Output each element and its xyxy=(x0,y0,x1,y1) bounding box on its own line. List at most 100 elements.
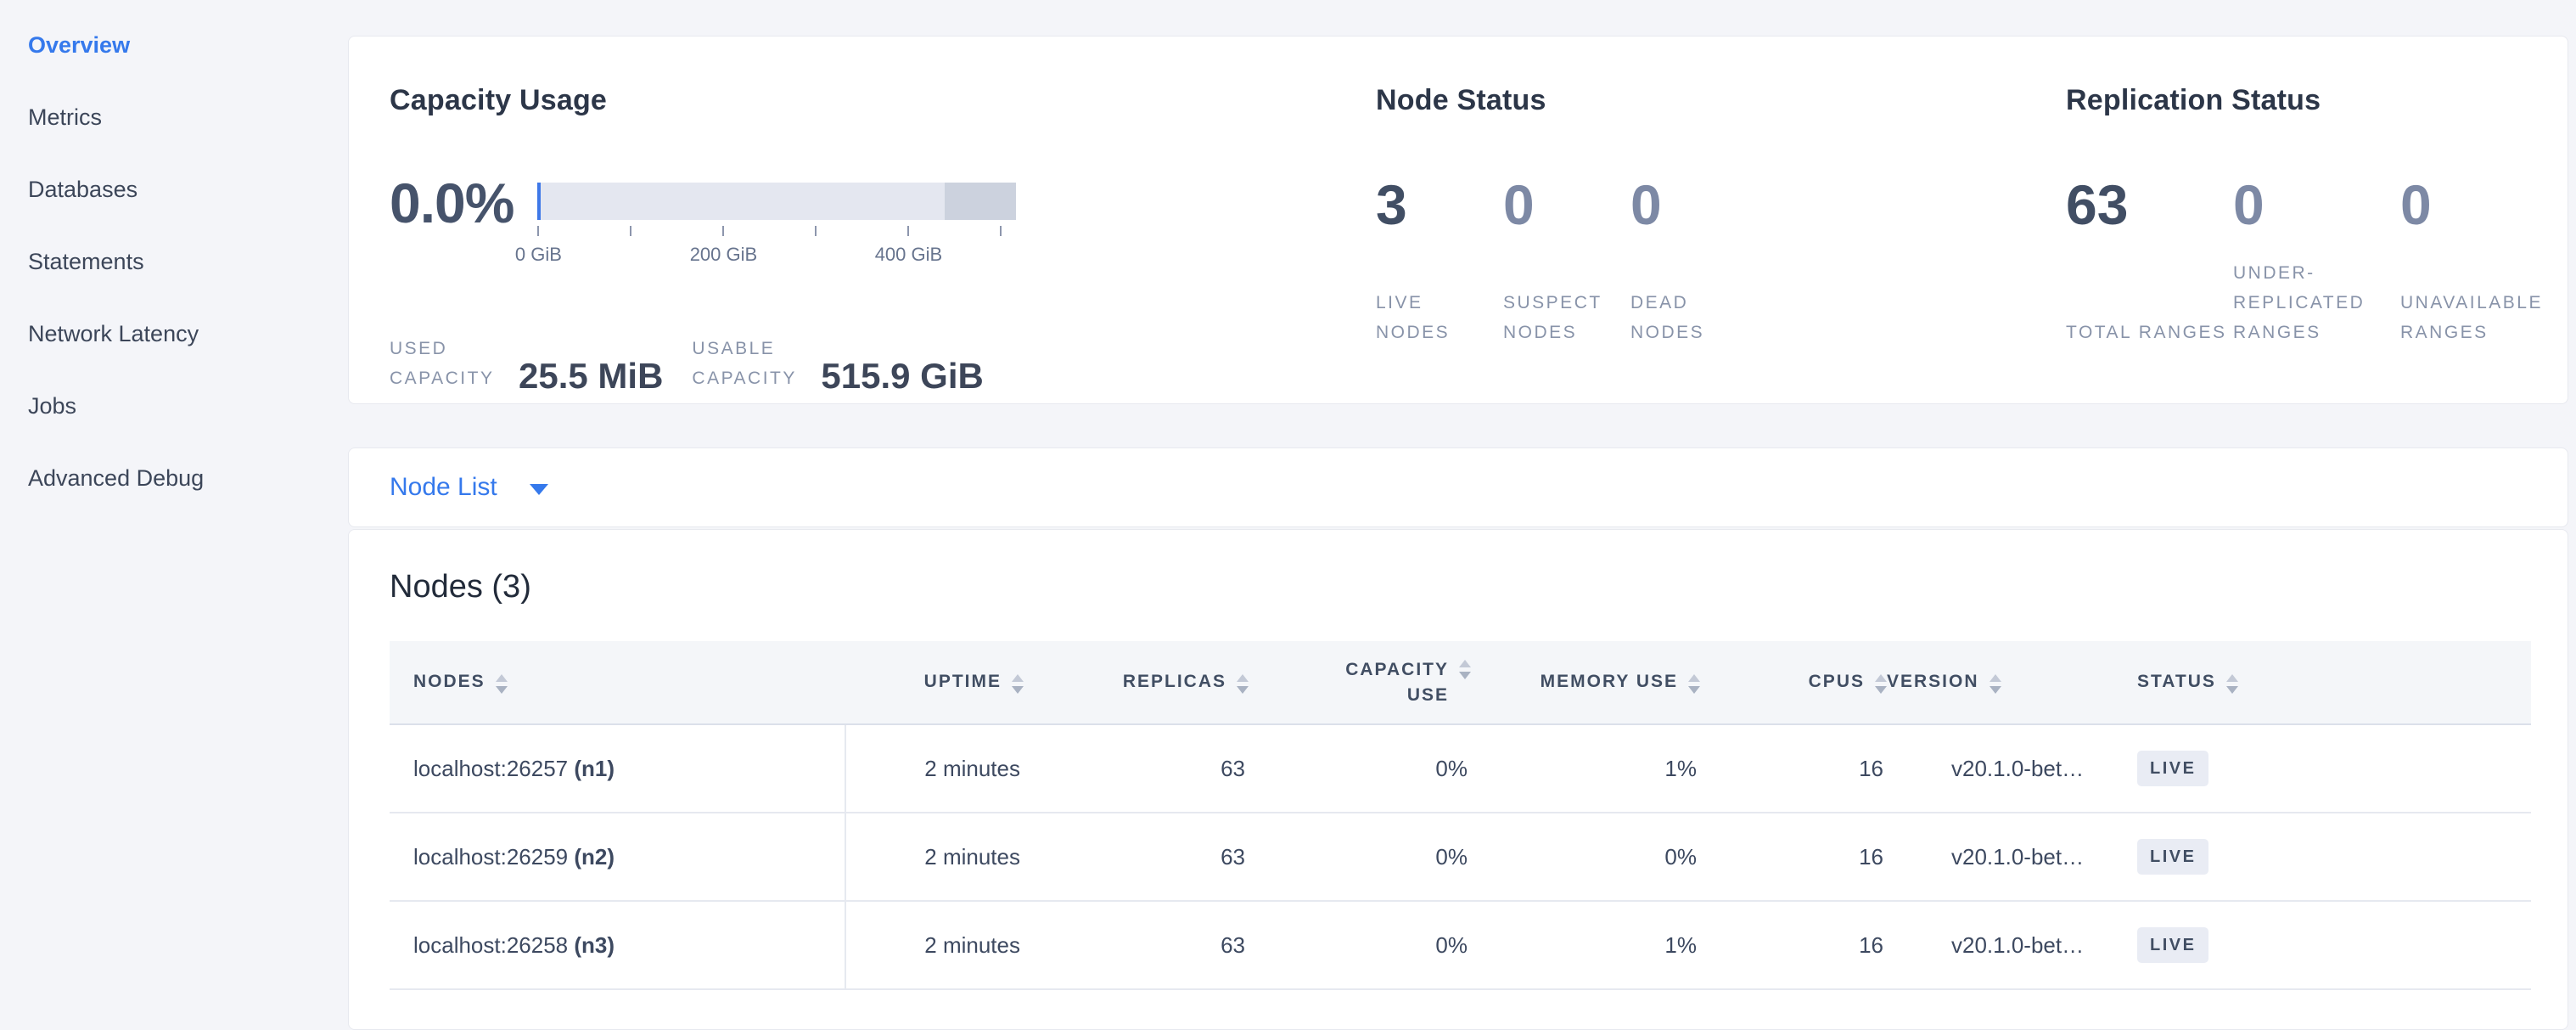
uptime-cell: 2 minutes xyxy=(845,901,1024,989)
under-replicated-ranges-count: 0 xyxy=(2233,177,2400,233)
sort-icon xyxy=(1875,672,1887,694)
main-content: Capacity Usage 0.0% xyxy=(348,0,2576,1030)
cpus-cell: 16 xyxy=(1700,724,1887,813)
axis-label-400gib: 400 GiB xyxy=(875,244,943,266)
node-address-cell[interactable]: localhost:26259 (n2) xyxy=(390,813,845,901)
version-cell: v20.1.0-bet… xyxy=(1887,813,2137,901)
column-header-status[interactable]: STATUS xyxy=(2137,641,2531,724)
sort-icon xyxy=(496,672,508,694)
sidebar-item-statements[interactable]: Statements xyxy=(28,249,348,275)
column-header-cpus[interactable]: CPUS xyxy=(1700,641,1887,724)
node-name: (n1) xyxy=(574,756,615,781)
view-selector-card: Node List xyxy=(348,447,2568,527)
capacity-bar-other-segment xyxy=(945,183,1016,220)
memory-use-cell: 1% xyxy=(1471,724,1700,813)
node-name: (n2) xyxy=(574,844,615,870)
version-cell: v20.1.0-bet… xyxy=(1887,901,2137,989)
column-header-nodes[interactable]: NODES xyxy=(390,641,845,724)
uptime-cell: 2 minutes xyxy=(845,724,1024,813)
used-capacity-value: 25.5 MiB xyxy=(519,359,663,393)
nodes-table: NODES UPTIME REPLICAS CAPACITY USE xyxy=(390,641,2531,990)
sidebar-item-metrics[interactable]: Metrics xyxy=(28,104,348,131)
suspect-nodes-label: SUSPECT NODES xyxy=(1503,288,1605,347)
dead-nodes-label: DEAD NODES xyxy=(1630,288,1732,347)
replicas-cell: 63 xyxy=(1024,813,1249,901)
node-address-cell[interactable]: localhost:26258 (n3) xyxy=(390,901,845,989)
node-address-cell[interactable]: localhost:26257 (n1) xyxy=(390,724,845,813)
sort-icon xyxy=(1688,672,1700,694)
node-name: (n3) xyxy=(574,932,615,958)
memory-use-cell: 1% xyxy=(1471,901,1700,989)
status-badge: LIVE xyxy=(2137,751,2208,786)
total-ranges-label: TOTAL RANGES xyxy=(2066,318,2227,347)
chevron-down-icon xyxy=(530,484,548,495)
usable-capacity-value: 515.9 GiB xyxy=(821,359,983,393)
column-header-uptime[interactable]: UPTIME xyxy=(845,641,1024,724)
app-root: Overview Metrics Databases Statements Ne… xyxy=(0,0,2576,1030)
axis-label-200gib: 200 GiB xyxy=(690,244,758,266)
live-nodes-count: 3 xyxy=(1376,177,1503,233)
total-ranges-count: 63 xyxy=(2066,177,2233,233)
column-header-version[interactable]: VERSION xyxy=(1887,641,2137,724)
nodes-section-title: Nodes (3) xyxy=(390,569,2531,605)
dead-nodes-count: 0 xyxy=(1630,177,1758,233)
suspect-nodes-count: 0 xyxy=(1503,177,1630,233)
capacity-usage-section: Capacity Usage 0.0% xyxy=(390,84,1376,403)
sidebar-item-overview[interactable]: Overview xyxy=(28,32,348,59)
column-header-memory-use[interactable]: MEMORY USE xyxy=(1471,641,1700,724)
capacity-bar-track xyxy=(537,183,1016,220)
table-row: localhost:26258 (n3) 2 minutes 63 0% 1% … xyxy=(390,901,2531,989)
replicas-cell: 63 xyxy=(1024,901,1249,989)
capacity-axis-labels: 0 GiB 200 GiB 400 GiB xyxy=(537,244,1016,267)
replication-status-section: Replication Status 63 0 0 TOTAL RANGES U… xyxy=(2066,84,2568,403)
sort-icon xyxy=(1990,672,2001,694)
sort-icon xyxy=(1459,657,1471,679)
cpus-cell: 16 xyxy=(1700,813,1887,901)
memory-use-cell: 0% xyxy=(1471,813,1700,901)
capacity-bar-used-segment xyxy=(537,183,541,220)
sort-icon xyxy=(1012,672,1024,694)
replicas-cell: 63 xyxy=(1024,724,1249,813)
status-cell: LIVE xyxy=(2137,901,2531,989)
sidebar-nav: Overview Metrics Databases Statements Ne… xyxy=(0,0,348,1030)
column-header-capacity-use[interactable]: CAPACITY USE xyxy=(1249,641,1471,724)
cluster-overview-card: Capacity Usage 0.0% xyxy=(348,36,2568,404)
sidebar-item-network-latency[interactable]: Network Latency xyxy=(28,321,348,347)
replication-status-title: Replication Status xyxy=(2066,84,2568,117)
unavailable-ranges-count: 0 xyxy=(2400,177,2568,233)
usable-capacity-stat: USABLE CAPACITY 515.9 GiB xyxy=(692,334,983,393)
axis-label-0gib: 0 GiB xyxy=(515,244,562,266)
capacity-use-cell: 0% xyxy=(1249,901,1471,989)
table-header-row: NODES UPTIME REPLICAS CAPACITY USE xyxy=(390,641,2531,724)
capacity-bar-chart: 0 GiB 200 GiB 400 GiB xyxy=(537,175,1016,267)
capacity-used-percent: 0.0% xyxy=(390,175,514,267)
status-badge: LIVE xyxy=(2137,839,2208,875)
status-badge: LIVE xyxy=(2137,927,2208,963)
version-cell: v20.1.0-bet… xyxy=(1887,724,2137,813)
column-header-replicas[interactable]: REPLICAS xyxy=(1024,641,1249,724)
sidebar-item-jobs[interactable]: Jobs xyxy=(28,393,348,419)
capacity-axis-ticks xyxy=(537,226,1016,237)
used-capacity-label: USED CAPACITY xyxy=(390,334,507,393)
sidebar-item-databases[interactable]: Databases xyxy=(28,177,348,203)
status-cell: LIVE xyxy=(2137,724,2531,813)
sort-icon xyxy=(1237,672,1249,694)
usable-capacity-label: USABLE CAPACITY xyxy=(692,334,809,393)
table-row: localhost:26257 (n1) 2 minutes 63 0% 1% … xyxy=(390,724,2531,813)
used-capacity-stat: USED CAPACITY 25.5 MiB xyxy=(390,334,663,393)
node-status-title: Node Status xyxy=(1376,84,2066,117)
capacity-use-cell: 0% xyxy=(1249,724,1471,813)
under-replicated-ranges-label: UNDER-REPLICATED RANGES xyxy=(2233,258,2394,347)
node-list-dropdown-label: Node List xyxy=(390,473,497,502)
sort-icon xyxy=(2226,672,2238,694)
cpus-cell: 16 xyxy=(1700,901,1887,989)
capacity-use-cell: 0% xyxy=(1249,813,1471,901)
sidebar-item-advanced-debug[interactable]: Advanced Debug xyxy=(28,465,348,492)
nodes-table-card: Nodes (3) NODES UPTIME xyxy=(348,529,2568,1030)
live-nodes-label: LIVE NODES xyxy=(1376,288,1478,347)
uptime-cell: 2 minutes xyxy=(845,813,1024,901)
table-row: localhost:26259 (n2) 2 minutes 63 0% 0% … xyxy=(390,813,2531,901)
node-list-dropdown[interactable]: Node List xyxy=(390,473,548,502)
status-cell: LIVE xyxy=(2137,813,2531,901)
capacity-usage-title: Capacity Usage xyxy=(390,84,1376,117)
